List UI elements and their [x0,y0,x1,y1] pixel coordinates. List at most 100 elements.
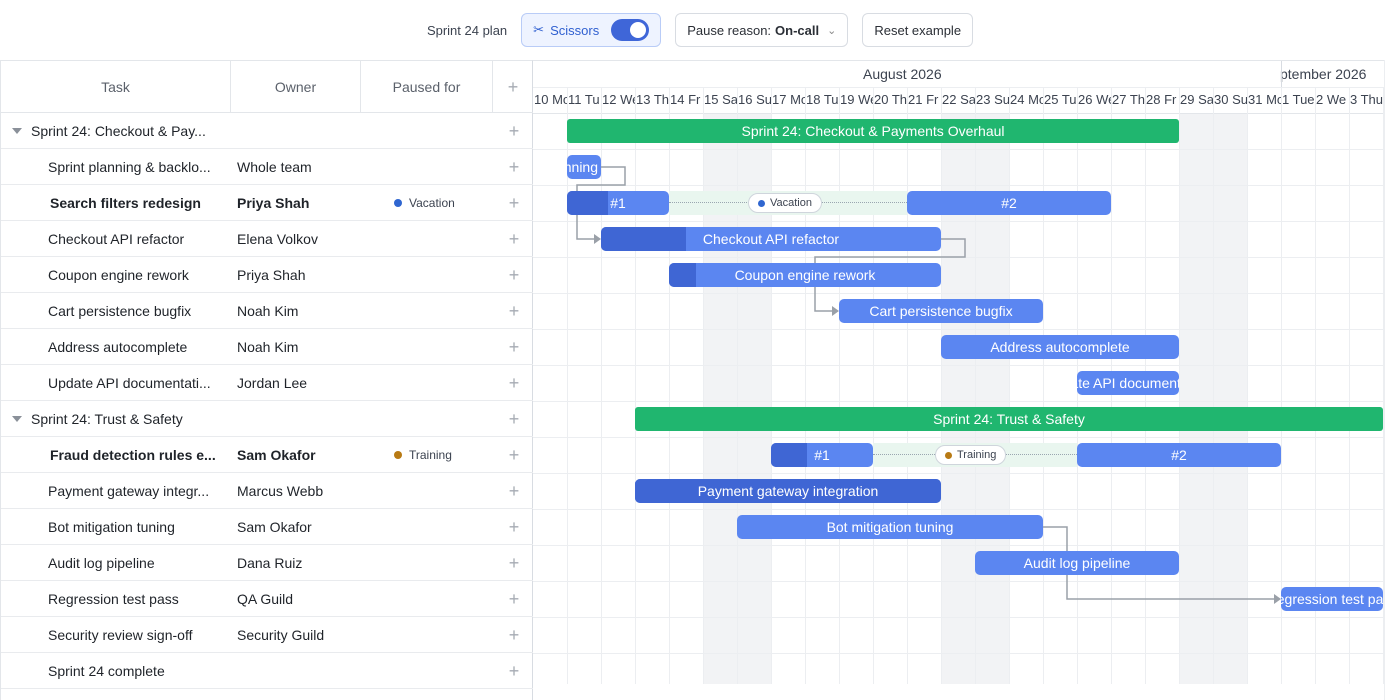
task-row[interactable]: Search filters redesign Priya Shah Vacatio… [1,185,533,221]
task-row[interactable]: Security review sign-off Security Guild + [1,617,533,653]
add-subtask-button[interactable]: + [504,653,524,689]
pause-reason-chip[interactable]: Vacation [748,193,822,213]
owner-name: Whole team [237,159,312,175]
add-subtask-button[interactable]: + [504,365,524,401]
task-grid: Task Owner Paused for + Sprint 24: Check… [0,60,533,700]
task-row[interactable]: Regression test pass QA Guild + [1,581,533,617]
plan-title: Sprint 24 plan [426,22,508,38]
add-subtask-button[interactable]: + [504,581,524,617]
bar-label: Sprint 24: Checkout & Payments Overhaul [741,123,1005,139]
link-arrowhead [1274,594,1281,604]
status-dot-icon [394,199,402,207]
task-name: Audit log pipeline [48,555,155,571]
bar-label: Cart persistence bugfix [869,303,1013,319]
pause-reason-value: On-call [775,22,820,38]
add-subtask-button[interactable]: + [504,293,524,329]
task-name: Coupon engine rework [48,267,189,283]
task-bar[interactable]: Coupon engine rework [669,263,941,287]
add-subtask-button[interactable]: + [504,329,524,365]
summary-bar[interactable]: Sprint 24: Checkout & Payments Overhaul [567,119,1179,143]
add-subtask-button[interactable]: + [504,185,524,221]
task-bar[interactable]: Address autocomplete [941,335,1179,359]
paused-for-label: Vacation [409,196,455,210]
link-arrowhead [832,306,839,316]
task-bar[interactable]: Payment gateway integration [635,479,941,503]
status-dot-icon [394,451,402,459]
task-row[interactable]: Sprint planning & backlo... Whole team + [1,149,533,185]
task-row[interactable]: Checkout API refactor Elena Volkov + [1,221,533,257]
add-subtask-button[interactable]: + [504,113,524,149]
bar-label: Audit log pipeline [1023,555,1131,571]
task-bar[interactable]: Audit log pipeline [975,551,1179,575]
task-name: Regression test pass [48,591,179,607]
task-name: Checkout API refactor [48,231,185,247]
split-segment-bar[interactable]: #2 [907,191,1111,215]
task-row[interactable]: Sprint 24 complete + [1,653,533,689]
scissors-icon: ✂ [533,22,545,37]
add-subtask-button[interactable]: + [504,509,524,545]
column-header-task[interactable]: Task [1,61,231,113]
task-name: Payment gateway integr... [48,483,210,499]
add-subtask-button[interactable]: + [504,149,524,185]
vertical-scrollbar[interactable] [1384,60,1400,700]
task-bar[interactable]: Update API documentation [1077,371,1179,395]
bar-label: #2 [1171,447,1187,463]
add-subtask-button[interactable]: + [504,473,524,509]
add-subtask-button[interactable]: + [504,617,524,653]
task-row[interactable]: Coupon engine rework Priya Shah + [1,257,533,293]
task-row[interactable]: Fraud detection rules e... Sam Okafor Trai… [1,437,533,473]
progress-fill [567,191,608,215]
task-bar[interactable]: Regression test pass [1281,587,1383,611]
task-bar[interactable]: Cart persistence bugfix [839,299,1043,323]
owner-name: QA Guild [237,591,294,607]
split-segment-bar[interactable]: #1 [567,191,669,215]
task-bar[interactable]: Checkout API refactor [601,227,941,251]
task-bar[interactable]: Bot mitigation tuning [737,515,1043,539]
bar-label: Checkout API refactor [702,231,840,247]
bar-label: Sprint planning & backlog [567,159,601,175]
split-segment-bar[interactable]: #2 [1077,443,1281,467]
add-column-button[interactable]: + [493,61,533,113]
group-row[interactable]: Sprint 24: Checkout & Pay... + [1,113,533,149]
reset-example-button[interactable]: Reset example [862,13,974,47]
bar-label: Coupon engine rework [734,267,876,283]
pause-reason-dropdown[interactable]: Pause reason: On-call ⌄ [675,13,849,47]
task-row[interactable]: Bot mitigation tuning Sam Okafor + [1,509,533,545]
add-subtask-button[interactable]: + [504,545,524,581]
task-row[interactable]: Update API documentati... Jordan Lee + [1,365,533,401]
summary-bar[interactable]: Sprint 24: Trust & Safety [635,407,1383,431]
chevron-down-icon: ⌄ [827,24,837,37]
gantt-chart: August 2026ptember 202610 Mo11 Tu12 We13… [533,60,1384,684]
add-subtask-button[interactable]: + [504,401,524,437]
paused-for-badge: Training [394,437,452,473]
add-subtask-button[interactable]: + [504,221,524,257]
owner-name: Noah Kim [237,339,299,355]
task-row[interactable]: Address autocomplete Noah Kim + [1,329,533,365]
task-row[interactable]: Payment gateway integr... Marcus Webb + [1,473,533,509]
column-header-owner[interactable]: Owner [231,61,361,113]
task-row[interactable]: Audit log pipeline Dana Ruiz + [1,545,533,581]
bar-label: Bot mitigation tuning [826,519,954,535]
group-row[interactable]: Sprint 24: Trust & Safety + [1,401,533,437]
task-name: Bot mitigation tuning [48,519,175,535]
task-name: Cart persistence bugfix [48,303,192,319]
scissors-switch[interactable] [611,19,650,41]
task-row[interactable]: Cart persistence bugfix Noah Kim + [1,293,533,329]
task-name: Sprint 24: Checkout & Pay... [31,123,206,139]
task-bar[interactable]: Sprint planning & backlog [567,155,601,179]
scissors-toggle-button[interactable]: ✂ Scissors [521,13,662,47]
bar-label: #1 [814,447,830,463]
task-name: Fraud detection rules e... [50,447,216,463]
split-segment-bar[interactable]: #1 [771,443,873,467]
add-subtask-button[interactable]: + [504,437,524,473]
owner-name: Sam Okafor [237,519,312,535]
owner-name [237,401,361,437]
owner-name: Elena Volkov [237,231,318,247]
bar-label: Regression test pass [1281,591,1383,607]
column-header-paused-for[interactable]: Paused for [361,61,493,113]
add-subtask-button[interactable]: + [504,257,524,293]
task-name: Sprint planning & backlo... [48,159,211,175]
pause-reason-chip[interactable]: Training [935,445,1007,465]
task-name: Sprint 24 complete [48,663,165,679]
owner-name: Sam Okafor [237,447,316,463]
